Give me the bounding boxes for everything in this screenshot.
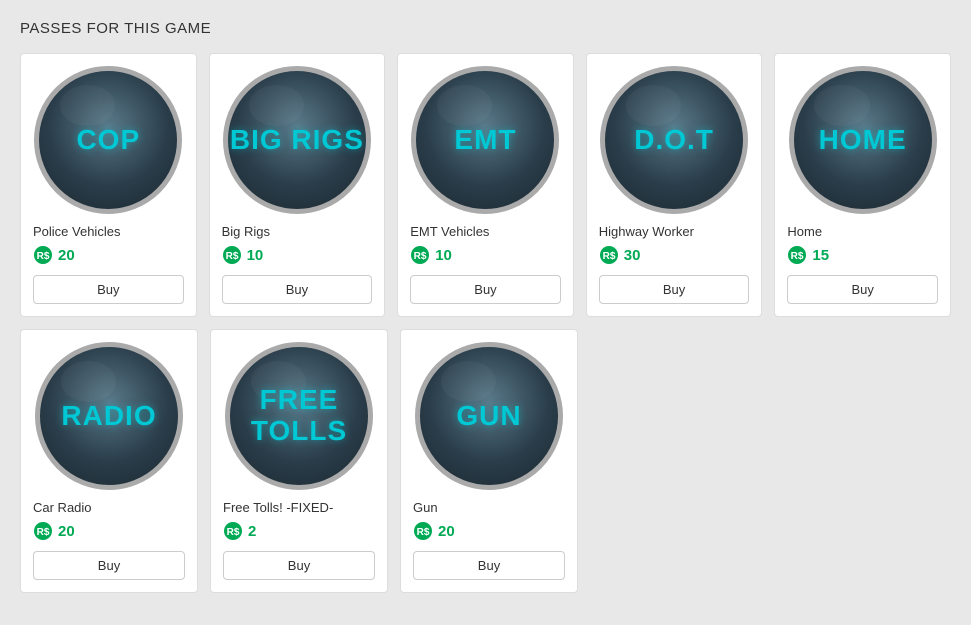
pass-icon-cop: COP: [34, 66, 182, 214]
pass-price-amount-dot: 30: [624, 247, 641, 264]
pass-icon-gun: GUN: [415, 342, 563, 490]
pass-price-amount-cop: 20: [58, 247, 75, 264]
svg-text:R$: R$: [791, 251, 804, 262]
pass-card-big-rigs: BIG RIGS Big Rigs R$ 10 Buy: [209, 53, 386, 317]
svg-text:R$: R$: [414, 251, 427, 262]
pass-price-radio: R$ 20: [33, 521, 75, 541]
pass-name-cop: Police Vehicles: [33, 224, 120, 239]
pass-name-big-rigs: Big Rigs: [222, 224, 270, 239]
pass-price-gun: R$ 20: [413, 521, 455, 541]
pass-price-amount-radio: 20: [58, 523, 75, 540]
pass-card-home: HOME Home R$ 15 Buy: [774, 53, 951, 317]
pass-icon-text-free-tolls: FREE TOLLS: [230, 385, 368, 447]
robux-icon-home: R$: [787, 245, 807, 265]
svg-text:R$: R$: [225, 251, 238, 262]
buy-button-gun[interactable]: Buy: [413, 551, 565, 580]
buy-button-cop[interactable]: Buy: [33, 275, 184, 304]
robux-icon-free-tolls: R$: [223, 521, 243, 541]
svg-text:R$: R$: [227, 527, 240, 538]
pass-price-amount-emt: 10: [435, 247, 452, 264]
pass-name-dot: Highway Worker: [599, 224, 694, 239]
pass-price-home: R$ 15: [787, 245, 829, 265]
pass-name-free-tolls: Free Tolls! -FIXED-: [223, 500, 333, 515]
buy-button-emt[interactable]: Buy: [410, 275, 561, 304]
pass-icon-free-tolls: FREE TOLLS: [225, 342, 373, 490]
robux-icon-big-rigs: R$: [222, 245, 242, 265]
pass-icon-text-big-rigs: BIG RIGS: [230, 125, 364, 156]
pass-card-radio: RADIO Car Radio R$ 20 Buy: [20, 329, 198, 593]
pass-icon-text-dot: D.O.T: [634, 125, 714, 156]
pass-icon-text-emt: EMT: [454, 125, 516, 156]
svg-text:R$: R$: [37, 527, 50, 538]
pass-price-dot: R$ 30: [599, 245, 641, 265]
page-title: PASSES FOR THIS GAME: [20, 20, 951, 37]
pass-price-big-rigs: R$ 10: [222, 245, 264, 265]
svg-text:R$: R$: [417, 527, 430, 538]
buy-button-dot[interactable]: Buy: [599, 275, 750, 304]
pass-name-radio: Car Radio: [33, 500, 92, 515]
pass-name-emt: EMT Vehicles: [410, 224, 489, 239]
pass-icon-text-radio: RADIO: [61, 401, 156, 432]
buy-button-radio[interactable]: Buy: [33, 551, 185, 580]
pass-card-gun: GUN Gun R$ 20 Buy: [400, 329, 578, 593]
robux-icon-dot: R$: [599, 245, 619, 265]
buy-button-big-rigs[interactable]: Buy: [222, 275, 373, 304]
svg-text:R$: R$: [37, 251, 50, 262]
pass-price-amount-gun: 20: [438, 523, 455, 540]
pass-icon-home: HOME: [789, 66, 937, 214]
buy-button-home[interactable]: Buy: [787, 275, 938, 304]
robux-icon-cop: R$: [33, 245, 53, 265]
pass-name-gun: Gun: [413, 500, 438, 515]
pass-icon-dot: D.O.T: [600, 66, 748, 214]
buy-button-free-tolls[interactable]: Buy: [223, 551, 375, 580]
pass-price-free-tolls: R$ 2: [223, 521, 256, 541]
robux-icon-radio: R$: [33, 521, 53, 541]
pass-icon-text-home: HOME: [819, 125, 907, 156]
pass-price-amount-home: 15: [812, 247, 829, 264]
robux-icon-emt: R$: [410, 245, 430, 265]
pass-card-cop: COP Police Vehicles R$ 20 Buy: [20, 53, 197, 317]
pass-card-emt: EMT EMT Vehicles R$ 10 Buy: [397, 53, 574, 317]
pass-icon-text-gun: GUN: [456, 401, 521, 432]
passes-row-1: COP Police Vehicles R$ 20 Buy BIG RIGS Big R…: [20, 53, 951, 317]
pass-card-free-tolls: FREE TOLLS Free Tolls! -FIXED- R$ 2 Buy: [210, 329, 388, 593]
svg-text:R$: R$: [602, 251, 615, 262]
pass-price-emt: R$ 10: [410, 245, 452, 265]
pass-price-amount-free-tolls: 2: [248, 523, 256, 540]
passes-grid: COP Police Vehicles R$ 20 Buy BIG RIGS Big R…: [20, 53, 951, 593]
pass-icon-radio: RADIO: [35, 342, 183, 490]
pass-card-dot: D.O.T Highway Worker R$ 30 Buy: [586, 53, 763, 317]
robux-icon-gun: R$: [413, 521, 433, 541]
pass-icon-emt: EMT: [411, 66, 559, 214]
pass-icon-text-cop: COP: [76, 125, 140, 156]
pass-icon-big-rigs: BIG RIGS: [223, 66, 371, 214]
pass-price-cop: R$ 20: [33, 245, 75, 265]
pass-name-home: Home: [787, 224, 822, 239]
pass-price-amount-big-rigs: 10: [247, 247, 264, 264]
passes-row-2: RADIO Car Radio R$ 20 Buy FREE TOLLS Free To…: [20, 329, 951, 593]
